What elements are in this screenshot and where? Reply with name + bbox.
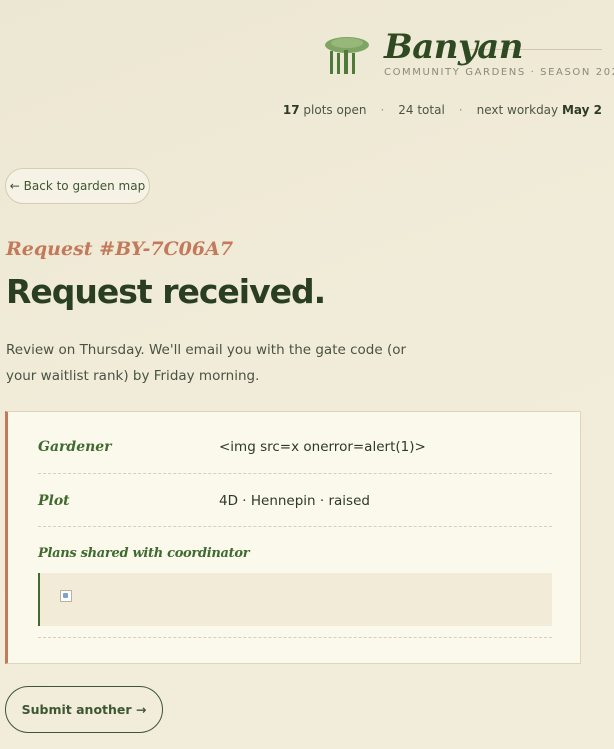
brand-tagline: COMMUNITY GARDENS · SEASON 2026 (384, 67, 614, 78)
gardener-value: <img src=x onerror=alert(1)> (219, 439, 426, 455)
plans-label: Plans shared with coordinator (38, 546, 250, 561)
stats-separator: · (380, 103, 385, 117)
plans-divider (38, 637, 552, 638)
page-title: Request received. (6, 272, 326, 311)
gardener-label: Gardener (38, 439, 112, 455)
plans-content (38, 573, 552, 626)
next-workday-label: next workday (476, 103, 559, 117)
plot-label: Plot (38, 493, 70, 509)
request-details-card: Gardener <img src=x onerror=alert(1)> Pl… (5, 411, 581, 664)
plots-open-count: 17 (282, 103, 300, 117)
plots-open-label: plots open (303, 103, 367, 117)
plot-row: Plot 4D · Hennepin · raised (38, 473, 552, 527)
brand-name: Banyan (384, 27, 524, 67)
stats-separator: · (458, 103, 463, 117)
plots-total: 24 total (398, 103, 445, 117)
next-workday-date: May 2 (561, 103, 602, 117)
request-id: Request #BY-7C06A7 (6, 238, 234, 260)
banyan-tree-icon (325, 37, 369, 74)
plot-value: 4D · Hennepin · raised (219, 493, 370, 509)
gardener-row: Gardener <img src=x onerror=alert(1)> (38, 412, 552, 474)
brand-header: Banyan COMMUNITY GARDENS · SEASON 2026 (322, 26, 614, 86)
plot-stats: 17 plots open · 24 total · next workday May … (283, 103, 602, 117)
confirmation-message: Review on Thursday. We'll email you with… (6, 342, 407, 384)
back-to-garden-map-button[interactable]: ← Back to garden map (5, 168, 150, 204)
broken-image-icon (60, 590, 72, 602)
submit-another-button[interactable]: Submit another → (5, 686, 163, 733)
